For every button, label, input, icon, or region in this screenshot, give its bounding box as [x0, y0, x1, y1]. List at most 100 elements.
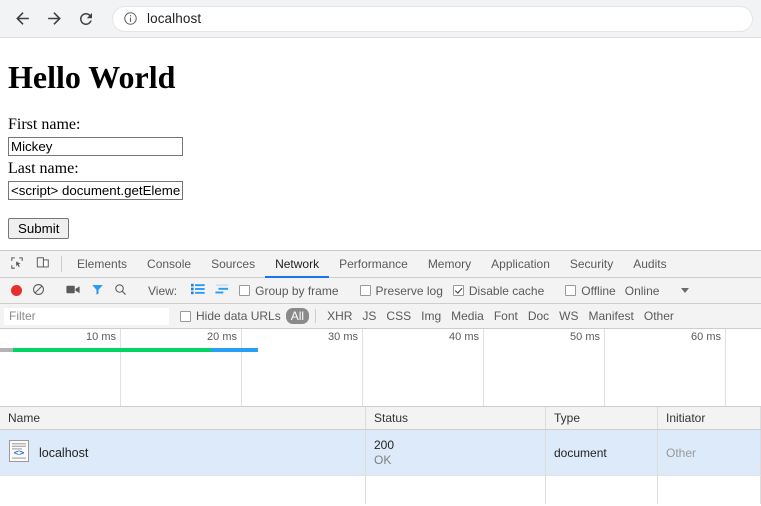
request-name: localhost — [39, 445, 89, 460]
cell-type: document — [546, 430, 658, 475]
filter-type-media[interactable]: Media — [446, 308, 489, 324]
waterfall-view-icon — [215, 283, 229, 298]
forward-button[interactable] — [40, 5, 68, 33]
network-overview-timeline[interactable]: 10 ms 20 ms 30 ms 40 ms 50 ms 60 ms — [0, 329, 761, 407]
column-header-status[interactable]: Status — [366, 407, 546, 429]
overview-bar-finish — [211, 348, 258, 352]
filter-type-other[interactable]: Other — [639, 308, 679, 324]
overview-tick-10ms: 10 ms — [86, 331, 116, 343]
empty-cell-type — [546, 476, 658, 504]
capture-screenshots-button[interactable] — [61, 278, 86, 303]
view-label-wrap: View: — [143, 278, 186, 303]
table-empty-row — [0, 476, 761, 504]
filter-divider — [315, 309, 317, 323]
info-circle-icon[interactable] — [123, 11, 138, 26]
filter-type-xhr[interactable]: XHR — [322, 308, 357, 324]
offline-label: Offline — [581, 283, 616, 298]
inspect-element-button[interactable] — [4, 251, 30, 277]
arrow-right-icon — [45, 9, 64, 28]
status-stack: 200 OK — [374, 438, 394, 468]
cell-name[interactable]: <> localhost — [0, 430, 366, 475]
tab-memory[interactable]: Memory — [418, 251, 481, 278]
tab-application[interactable]: Application — [481, 251, 560, 278]
overview-bar-download — [13, 348, 211, 352]
devtools-panel: Elements Console Sources Network Perform… — [0, 250, 761, 506]
throttling-dropdown[interactable]: Online — [621, 284, 694, 298]
waterfall-view-button[interactable] — [210, 278, 234, 303]
tab-console[interactable]: Console — [137, 251, 201, 278]
tab-network[interactable]: Network — [265, 251, 330, 278]
status-code: 200 — [374, 437, 395, 452]
arrow-left-icon — [13, 9, 32, 28]
filter-toggle-button[interactable] — [86, 278, 109, 303]
network-requests-table: Name Status Type Initiator <> localhost — [0, 407, 761, 506]
first-name-input[interactable] — [8, 137, 183, 157]
network-filter-bar: Hide data URLs All XHR JS CSS Img Media … — [0, 304, 761, 329]
overview-tick-30ms: 30 ms — [328, 331, 358, 343]
column-header-initiator[interactable]: Initiator — [658, 407, 761, 429]
filter-type-all[interactable]: All — [285, 308, 310, 324]
search-button[interactable] — [109, 278, 132, 303]
web-page-viewport: Hello World First name: Last name: Submi… — [0, 38, 761, 250]
overview-tick-50ms: 50 ms — [570, 331, 600, 343]
reload-icon — [77, 10, 95, 28]
offline-checkbox[interactable]: Offline — [560, 278, 620, 303]
address-bar-url: localhost — [147, 11, 202, 26]
filter-type-manifest[interactable]: Manifest — [584, 308, 639, 324]
group-by-frame-checkbox-box — [239, 285, 251, 296]
group-by-frame-label: Group by frame — [255, 283, 339, 298]
document-code-icon: <> — [8, 439, 30, 466]
column-header-name[interactable]: Name — [0, 407, 366, 429]
filter-type-img[interactable]: Img — [416, 308, 446, 324]
list-view-button[interactable] — [186, 278, 210, 303]
last-name-input[interactable] — [8, 181, 183, 201]
svg-text:<>: <> — [14, 449, 25, 459]
view-label: View: — [148, 283, 178, 298]
cell-initiator: Other — [658, 430, 761, 475]
filter-type-ws[interactable]: WS — [554, 308, 583, 324]
preserve-log-checkbox[interactable]: Preserve log — [355, 278, 448, 303]
filter-type-js[interactable]: JS — [357, 308, 381, 324]
tab-security[interactable]: Security — [560, 251, 623, 278]
column-header-type[interactable]: Type — [546, 407, 658, 429]
reload-button[interactable] — [72, 5, 100, 33]
device-toolbar-button[interactable] — [30, 251, 56, 277]
empty-cell-initiator — [658, 476, 761, 504]
tab-elements[interactable]: Elements — [67, 251, 137, 278]
devtools-tabbar: Elements Console Sources Network Perform… — [0, 251, 761, 278]
record-circle-icon — [11, 285, 22, 296]
filter-type-font[interactable]: Font — [489, 308, 523, 324]
filter-type-css[interactable]: CSS — [381, 308, 416, 324]
address-bar[interactable]: localhost — [112, 5, 753, 32]
inspect-element-icon — [10, 256, 24, 273]
submit-button[interactable]: Submit — [8, 218, 70, 240]
back-button[interactable] — [8, 5, 36, 33]
clear-button[interactable] — [27, 278, 50, 303]
hide-data-urls-label: Hide data URLs — [196, 309, 281, 323]
overview-tick-20ms: 20 ms — [207, 331, 237, 343]
filter-funnel-icon — [91, 283, 104, 299]
offline-checkbox-box — [565, 285, 577, 296]
empty-cell-status — [366, 476, 546, 504]
table-row[interactable]: <> localhost 200 OK document Other — [0, 430, 761, 476]
tab-sources[interactable]: Sources — [201, 251, 265, 278]
disable-cache-checkbox[interactable]: Disable cache — [448, 278, 549, 303]
last-name-label: Last name: — [8, 160, 79, 178]
record-button[interactable] — [6, 278, 27, 303]
overview-bar-stalled — [0, 348, 13, 352]
browser-toolbar: localhost — [0, 0, 761, 38]
preserve-log-checkbox-box — [359, 285, 371, 296]
empty-cell-name — [0, 476, 366, 504]
filter-type-doc[interactable]: Doc — [523, 308, 554, 324]
table-header-row: Name Status Type Initiator — [0, 407, 761, 430]
throttling-value: Online — [624, 283, 660, 298]
hide-data-urls-checkbox[interactable]: Hide data URLs — [175, 304, 286, 328]
group-by-frame-checkbox[interactable]: Group by frame — [234, 278, 343, 303]
page-title: Hello World — [8, 59, 176, 95]
tab-performance[interactable]: Performance — [329, 251, 418, 278]
capture-screenshots-camera-icon — [66, 283, 81, 299]
preserve-log-label: Preserve log — [375, 283, 443, 298]
overview-tick-60ms: 60 ms — [691, 331, 721, 343]
tab-audits[interactable]: Audits — [623, 251, 676, 278]
filter-input[interactable] — [4, 307, 169, 325]
